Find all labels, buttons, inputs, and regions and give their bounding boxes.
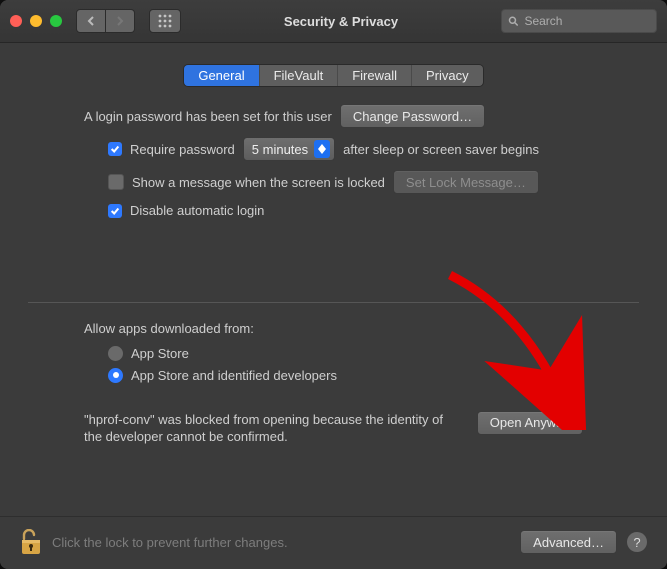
titlebar: Security & Privacy <box>0 0 667 43</box>
after-sleep-label: after sleep or screen saver begins <box>343 142 539 157</box>
require-password-checkbox[interactable] <box>108 142 122 156</box>
search-icon <box>508 15 518 27</box>
search-input[interactable] <box>522 13 650 29</box>
login-password-status-label: A login password has been set for this u… <box>84 109 332 124</box>
grid-icon <box>158 14 172 28</box>
content-area: General FileVault Firewall Privacy A log… <box>0 43 667 516</box>
advanced-button[interactable]: Advanced… <box>520 530 617 554</box>
show-message-checkbox[interactable] <box>108 174 124 190</box>
help-button[interactable]: ? <box>627 532 647 552</box>
footer: Click the lock to prevent further change… <box>0 516 667 569</box>
tab-filevault[interactable]: FileVault <box>260 65 339 86</box>
security-privacy-window: Security & Privacy General FileVault Fir… <box>0 0 667 569</box>
window-title: Security & Privacy <box>189 14 493 29</box>
login-password-section: A login password has been set for this u… <box>28 104 639 227</box>
change-password-button[interactable]: Change Password… <box>340 104 485 128</box>
tab-panel-general: A login password has been set for this u… <box>0 104 667 516</box>
allow-apps-section: Allow apps downloaded from: App Store Ap… <box>28 321 639 446</box>
disable-auto-login-checkbox[interactable] <box>108 204 122 218</box>
require-password-label: Require password <box>130 142 235 157</box>
chevron-right-icon <box>115 16 125 26</box>
lock-control[interactable] <box>20 529 42 555</box>
blocked-app-message: "hprof-conv" was blocked from opening be… <box>84 411 463 446</box>
allow-apps-heading: Allow apps downloaded from: <box>84 321 583 336</box>
disable-auto-login-label: Disable automatic login <box>130 203 264 218</box>
show-message-label: Show a message when the screen is locked <box>132 175 385 190</box>
show-all-button[interactable] <box>149 9 181 33</box>
check-icon <box>110 206 120 216</box>
select-stepper-icon <box>314 140 330 158</box>
tab-privacy[interactable]: Privacy <box>412 65 483 86</box>
check-icon <box>110 144 120 154</box>
open-anyway-button[interactable]: Open Anyway <box>477 411 583 435</box>
lock-open-icon <box>20 529 42 555</box>
radio-identified-developers[interactable] <box>108 368 123 383</box>
require-password-delay-value: 5 minutes <box>252 142 308 157</box>
radio-identified-developers-label: App Store and identified developers <box>131 368 337 383</box>
zoom-window-button[interactable] <box>50 15 62 27</box>
back-button[interactable] <box>76 9 106 33</box>
back-forward-group <box>76 9 135 33</box>
set-lock-message-button: Set Lock Message… <box>393 170 539 194</box>
radio-app-store-label: App Store <box>131 346 189 361</box>
minimize-window-button[interactable] <box>30 15 42 27</box>
radio-app-store[interactable] <box>108 346 123 361</box>
tab-firewall[interactable]: Firewall <box>338 65 412 86</box>
section-divider <box>28 302 639 303</box>
close-window-button[interactable] <box>10 15 22 27</box>
window-controls <box>10 15 62 27</box>
tab-general[interactable]: General <box>184 65 259 86</box>
require-password-delay-select[interactable]: 5 minutes <box>243 137 335 161</box>
tab-bar: General FileVault Firewall Privacy <box>184 65 482 86</box>
lock-hint-label: Click the lock to prevent further change… <box>52 535 288 550</box>
forward-button[interactable] <box>106 9 135 33</box>
search-field[interactable] <box>501 9 657 33</box>
chevron-left-icon <box>86 16 96 26</box>
